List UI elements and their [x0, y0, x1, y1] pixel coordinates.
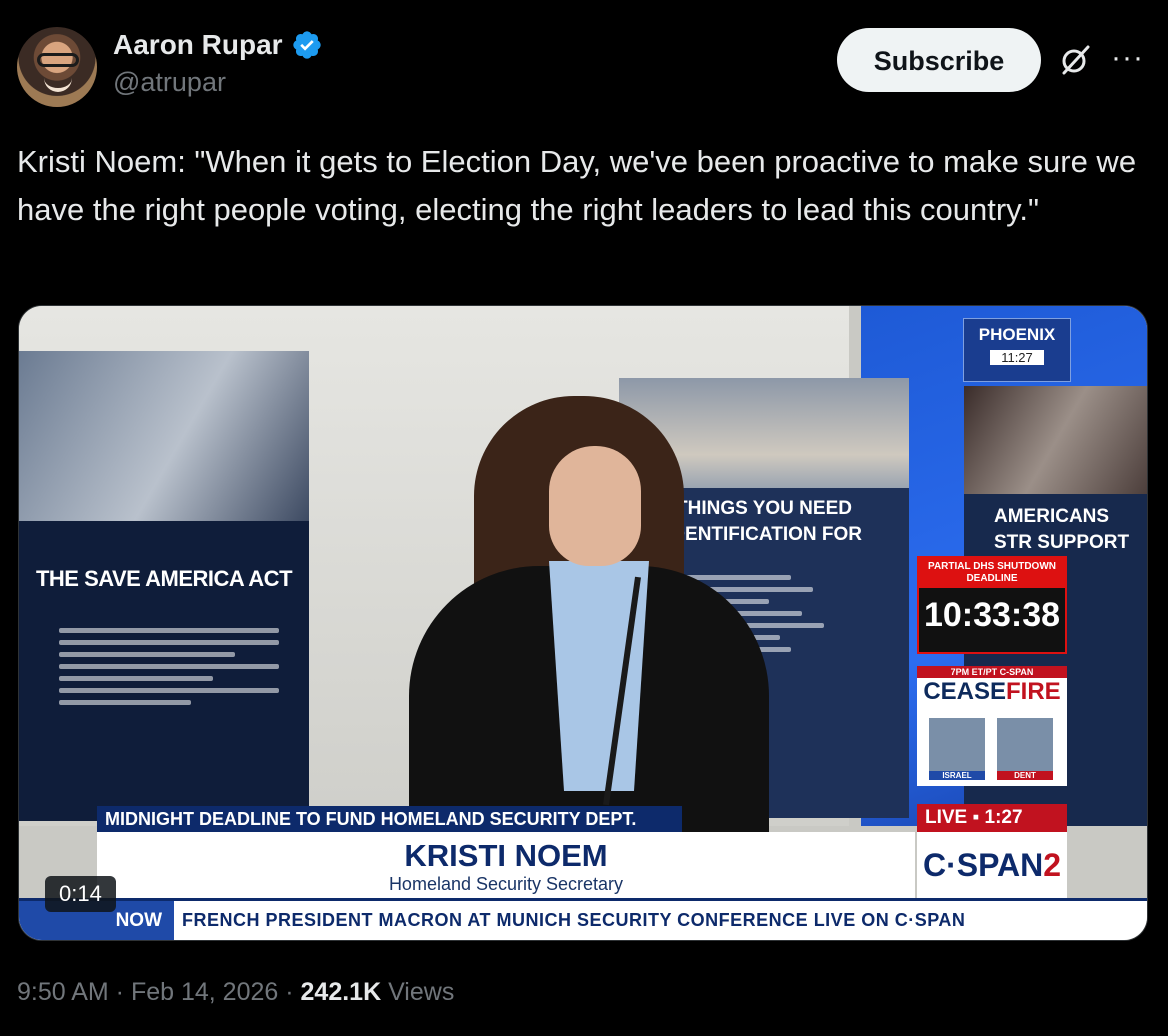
ceasefire-schedule: 7PM ET/PT C-SPAN: [917, 666, 1067, 678]
tweet-text: Kristi Noem: "When it gets to Election D…: [17, 144, 1137, 227]
verified-badge-icon[interactable]: [291, 29, 323, 61]
speaker-face: [549, 446, 641, 566]
views-count[interactable]: 242.1K: [301, 978, 382, 1006]
more-icon[interactable]: ···: [1111, 41, 1144, 75]
meta-separator: ·: [278, 978, 301, 1006]
lower-third-headline: MIDNIGHT DEADLINE TO FUND HOMELAND SECUR…: [97, 806, 682, 832]
ceasefire-promo: 7PM ET/PT C-SPAN CEASEFIRE ISRAEL DENT: [917, 666, 1067, 786]
ceasefire-faces: ISRAEL DENT: [929, 718, 1055, 780]
subscribe-button[interactable]: Subscribe: [837, 28, 1041, 92]
handle[interactable]: @atrupar: [113, 67, 323, 98]
speaker-name: KRISTI NOEM: [404, 838, 608, 873]
grok-icon[interactable]: [1059, 43, 1093, 77]
network-logo-a: C·SPAN: [922, 847, 1044, 883]
views-label: Views: [381, 978, 455, 1006]
author-info: Aaron Rupar @atrupar: [113, 29, 323, 98]
ceasefire-title: CEASEFIRE: [917, 678, 1067, 706]
poster-photo: [19, 351, 309, 521]
countdown-time: 10:33:38: [923, 596, 1061, 634]
avatar-smile: [44, 74, 72, 92]
location-name: PHOENIX: [978, 325, 1056, 344]
live-indicator: LIVE ▪ 1:27: [917, 804, 1067, 832]
post-time[interactable]: 9:50 AM: [17, 978, 109, 1006]
poster-save-america-act: THE SAVE AMERICA ACT: [19, 351, 309, 821]
avatar-glasses: [37, 53, 79, 67]
poster-photo: [964, 386, 1147, 494]
guest-left: ISRAEL: [929, 718, 985, 780]
poster-title: THE SAVE AMERICA ACT: [35, 566, 293, 591]
shutdown-countdown: PARTIAL DHS SHUTDOWN DEADLINE 10:33:38: [917, 556, 1067, 654]
ceasefire-word-a: CEASE: [923, 678, 1006, 705]
ceasefire-word-b: FIRE: [1006, 678, 1061, 705]
network-logo: C·SPAN2: [917, 832, 1067, 898]
tweet-header: Aaron Rupar @atrupar Subscribe ···: [17, 27, 1148, 109]
countdown-label: PARTIAL DHS SHUTDOWN DEADLINE: [919, 558, 1065, 588]
video-player[interactable]: THE SAVE AMERICA ACT THINGS YOU NEED IDE…: [18, 305, 1148, 941]
network-logo-b: 2: [1043, 847, 1062, 883]
meta-separator: ·: [108, 978, 131, 1006]
news-ticker: NOW FRENCH PRESIDENT MACRON AT MUNICH SE…: [19, 898, 1147, 940]
poster-text-lines: [59, 621, 279, 712]
ticker-text: FRENCH PRESIDENT MACRON AT MUNICH SECURI…: [182, 910, 966, 930]
guest-left-label: ISRAEL: [929, 771, 985, 780]
location-bug: PHOENIX 11:27: [963, 318, 1071, 382]
location-time: 11:27: [990, 350, 1044, 365]
lower-third-nameplate: KRISTI NOEM Homeland Security Secretary: [97, 832, 915, 898]
display-name[interactable]: Aaron Rupar: [113, 29, 283, 61]
tweet-meta: 9:50 AM · Feb 14, 2026 · 242.1K Views: [17, 978, 454, 1007]
avatar[interactable]: [17, 27, 97, 107]
post-date[interactable]: Feb 14, 2026: [131, 978, 278, 1006]
guest-right-label: DENT: [997, 771, 1053, 780]
speaker-title: Homeland Security Secretary: [388, 874, 624, 894]
guest-right: DENT: [997, 718, 1053, 780]
video-duration-badge: 0:14: [45, 876, 116, 912]
